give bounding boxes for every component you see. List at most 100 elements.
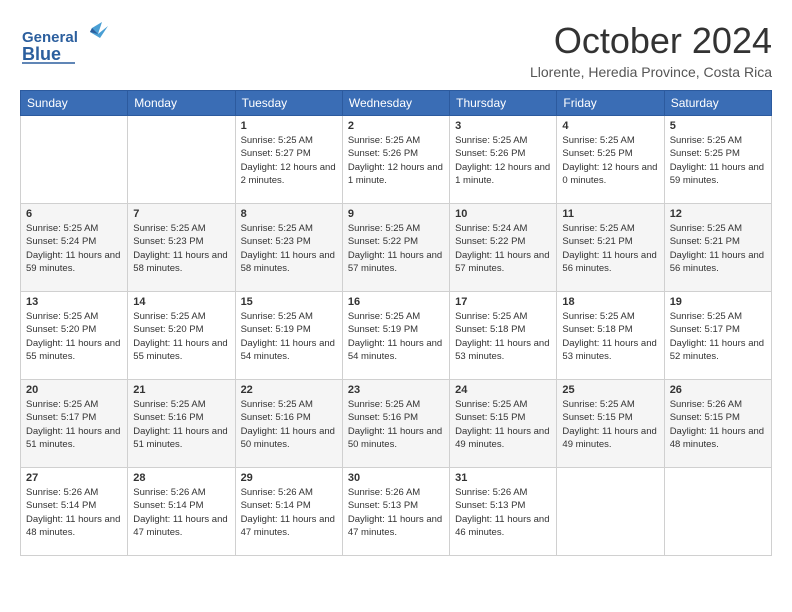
day-number: 20 [26,384,122,396]
location-title: Llorente, Heredia Province, Costa Rica [530,64,772,80]
day-info: Sunrise: 5:25 AMSunset: 5:23 PMDaylight:… [133,222,229,275]
day-info: Sunrise: 5:26 AMSunset: 5:15 PMDaylight:… [670,398,766,451]
table-cell: 17 Sunrise: 5:25 AMSunset: 5:18 PMDayligh… [450,292,557,380]
table-cell [557,468,664,556]
weekday-header-row: Sunday Monday Tuesday Wednesday Thursday… [21,91,772,116]
day-info: Sunrise: 5:26 AMSunset: 5:13 PMDaylight:… [455,486,551,539]
table-cell: 30Sunrise: 5:26 AMSunset: 5:13 PMDayligh… [342,468,449,556]
day-info: Sunrise: 5:25 AMSunset: 5:16 PMDaylight:… [241,398,337,451]
day-info: Sunrise: 5:25 AMSunset: 5:19 PMDaylight:… [348,310,444,363]
table-cell: 24Sunrise: 5:25 AMSunset: 5:15 PMDayligh… [450,380,557,468]
day-info: Sunrise: 5:25 AMSunset: 5:26 PMDaylight:… [455,134,551,187]
day-number: 22 [241,384,337,396]
day-number: 12 [670,208,766,220]
day-info: Sunrise: 5:25 AMSunset: 5:15 PMDaylight:… [562,398,658,451]
day-info: Sunrise: 5:25 AMSunset: 5:22 PMDaylight:… [348,222,444,275]
title-block: October 2024 Llorente, Heredia Province,… [530,20,772,80]
day-info: Sunrise: 5:25 AMSunset: 5:21 PMDaylight:… [670,222,766,275]
day-number: 23 [348,384,444,396]
header-monday: Monday [128,91,235,116]
table-cell: 10Sunrise: 5:24 AMSunset: 5:22 PMDayligh… [450,204,557,292]
day-number: 6 [26,208,122,220]
table-cell: 3 Sunrise: 5:25 AMSunset: 5:26 PMDaylight… [450,116,557,204]
table-cell: 14 Sunrise: 5:25 AMSunset: 5:20 PMDayligh… [128,292,235,380]
day-info: Sunrise: 5:25 AMSunset: 5:23 PMDaylight:… [241,222,337,275]
month-title: October 2024 [530,20,772,62]
table-cell [664,468,771,556]
table-cell: 11 Sunrise: 5:25 AMSunset: 5:21 PMDayligh… [557,204,664,292]
table-cell: 25 Sunrise: 5:25 AMSunset: 5:15 PMDayligh… [557,380,664,468]
day-number: 29 [241,472,337,484]
week-row-3: 13 Sunrise: 5:25 AMSunset: 5:20 PMDayligh… [21,292,772,380]
week-row-4: 20 Sunrise: 5:25 AMSunset: 5:17 PMDayligh… [21,380,772,468]
day-number: 5 [670,120,766,132]
table-cell: 13 Sunrise: 5:25 AMSunset: 5:20 PMDayligh… [21,292,128,380]
table-cell [21,116,128,204]
table-cell: 23Sunrise: 5:25 AMSunset: 5:16 PMDayligh… [342,380,449,468]
header-friday: Friday [557,91,664,116]
table-cell: 29 Sunrise: 5:26 AMSunset: 5:14 PMDayligh… [235,468,342,556]
svg-text:Blue: Blue [22,44,61,64]
page-header: General Blue October 2024 Llorente, Here… [20,20,772,80]
table-cell: 20 Sunrise: 5:25 AMSunset: 5:17 PMDayligh… [21,380,128,468]
table-cell: 27 Sunrise: 5:26 AMSunset: 5:14 PMDayligh… [21,468,128,556]
calendar-table: Sunday Monday Tuesday Wednesday Thursday… [20,90,772,556]
day-info: Sunrise: 5:25 AMSunset: 5:20 PMDaylight:… [26,310,122,363]
day-number: 18 [562,296,658,308]
day-info: Sunrise: 5:25 AMSunset: 5:15 PMDaylight:… [455,398,551,451]
day-info: Sunrise: 5:25 AMSunset: 5:18 PMDaylight:… [562,310,658,363]
table-cell: 1Sunrise: 5:25 AMSunset: 5:27 PMDaylight… [235,116,342,204]
week-row-5: 27 Sunrise: 5:26 AMSunset: 5:14 PMDayligh… [21,468,772,556]
day-number: 13 [26,296,122,308]
day-info: Sunrise: 5:25 AMSunset: 5:19 PMDaylight:… [241,310,337,363]
table-cell [128,116,235,204]
header-saturday: Saturday [664,91,771,116]
day-info: Sunrise: 5:26 AMSunset: 5:14 PMDaylight:… [133,486,229,539]
day-number: 26 [670,384,766,396]
table-cell: 9 Sunrise: 5:25 AMSunset: 5:22 PMDaylight… [342,204,449,292]
day-number: 2 [348,120,444,132]
table-cell: 8 Sunrise: 5:25 AMSunset: 5:23 PMDaylight… [235,204,342,292]
day-number: 25 [562,384,658,396]
day-number: 15 [241,296,337,308]
day-number: 27 [26,472,122,484]
header-tuesday: Tuesday [235,91,342,116]
day-info: Sunrise: 5:25 AMSunset: 5:25 PMDaylight:… [562,134,658,187]
day-info: Sunrise: 5:26 AMSunset: 5:14 PMDaylight:… [241,486,337,539]
day-info: Sunrise: 5:25 AMSunset: 5:27 PMDaylight:… [241,134,337,187]
table-cell: 2 Sunrise: 5:25 AMSunset: 5:26 PMDaylight… [342,116,449,204]
day-number: 31 [455,472,551,484]
header-wednesday: Wednesday [342,91,449,116]
day-number: 19 [670,296,766,308]
table-cell: 31 Sunrise: 5:26 AMSunset: 5:13 PMDayligh… [450,468,557,556]
day-number: 14 [133,296,229,308]
table-cell: 6Sunrise: 5:25 AMSunset: 5:24 PMDaylight… [21,204,128,292]
day-info: Sunrise: 5:25 AMSunset: 5:18 PMDaylight:… [455,310,551,363]
day-info: Sunrise: 5:25 AMSunset: 5:21 PMDaylight:… [562,222,658,275]
table-cell: 18 Sunrise: 5:25 AMSunset: 5:18 PMDayligh… [557,292,664,380]
table-cell: 16 Sunrise: 5:25 AMSunset: 5:19 PMDayligh… [342,292,449,380]
week-row-2: 6Sunrise: 5:25 AMSunset: 5:24 PMDaylight… [21,204,772,292]
week-row-1: 1Sunrise: 5:25 AMSunset: 5:27 PMDaylight… [21,116,772,204]
day-number: 28 [133,472,229,484]
day-info: Sunrise: 5:26 AMSunset: 5:14 PMDaylight:… [26,486,122,539]
day-info: Sunrise: 5:25 AMSunset: 5:25 PMDaylight:… [670,134,766,187]
table-cell: 26 Sunrise: 5:26 AMSunset: 5:15 PMDayligh… [664,380,771,468]
day-number: 30 [348,472,444,484]
day-info: Sunrise: 5:25 AMSunset: 5:20 PMDaylight:… [133,310,229,363]
day-info: Sunrise: 5:25 AMSunset: 5:17 PMDaylight:… [670,310,766,363]
day-info: Sunrise: 5:25 AMSunset: 5:26 PMDaylight:… [348,134,444,187]
day-number: 3 [455,120,551,132]
day-number: 9 [348,208,444,220]
day-number: 8 [241,208,337,220]
logo: General Blue [20,20,110,75]
table-cell: 12 Sunrise: 5:25 AMSunset: 5:21 PMDayligh… [664,204,771,292]
table-cell: 19 Sunrise: 5:25 AMSunset: 5:17 PMDayligh… [664,292,771,380]
day-number: 17 [455,296,551,308]
day-number: 11 [562,208,658,220]
day-number: 10 [455,208,551,220]
day-number: 16 [348,296,444,308]
day-number: 7 [133,208,229,220]
day-info: Sunrise: 5:25 AMSunset: 5:17 PMDaylight:… [26,398,122,451]
logo-svg: General Blue [20,20,110,75]
